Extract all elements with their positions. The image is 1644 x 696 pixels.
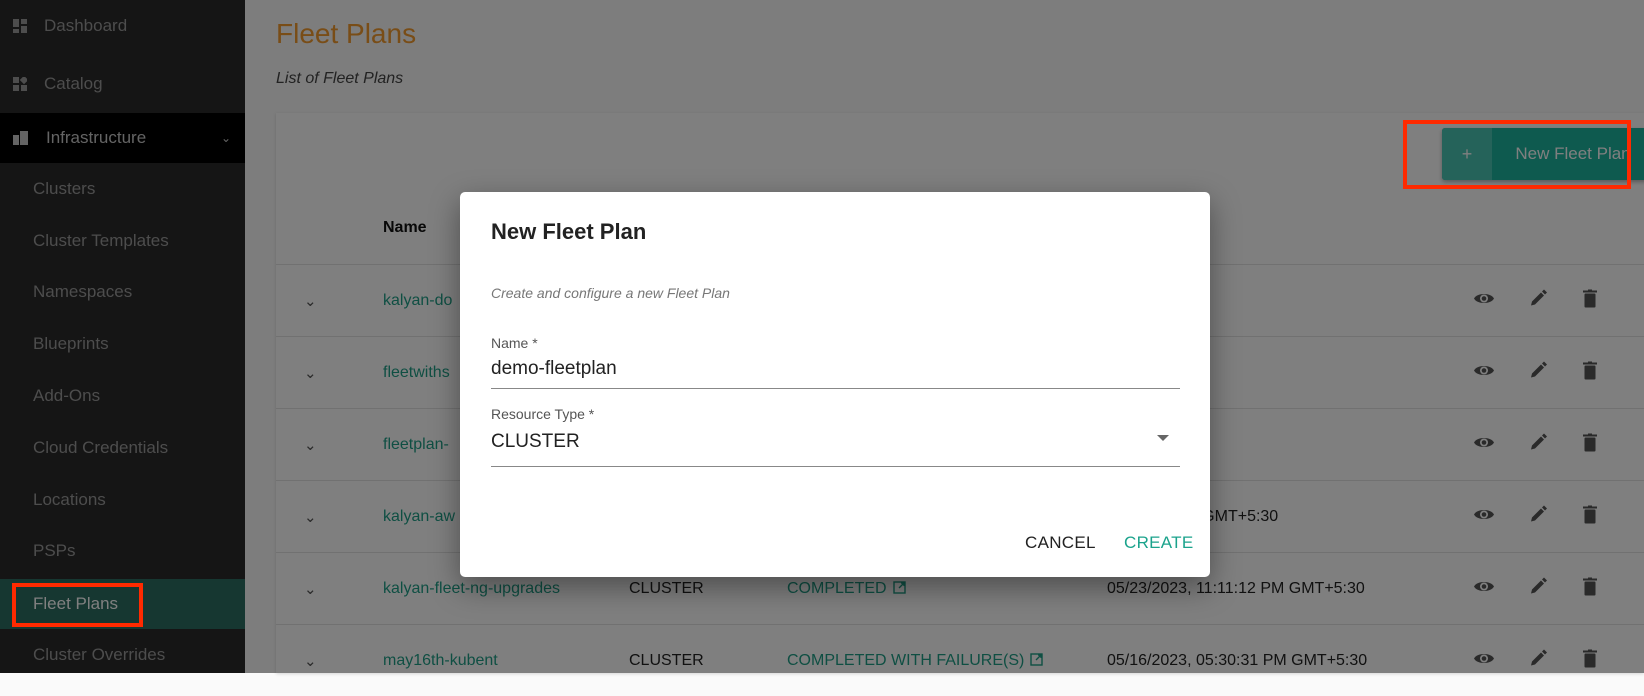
dropdown-arrow-icon[interactable] <box>1157 435 1169 441</box>
highlight-box-fleet-plans <box>12 583 143 627</box>
cancel-button[interactable]: CANCEL <box>1025 533 1096 553</box>
dialog-title: New Fleet Plan <box>491 219 647 244</box>
name-input-underline <box>491 388 1180 389</box>
resource-type-label: Resource Type * <box>491 406 595 422</box>
resource-type-underline <box>491 466 1180 467</box>
new-fleet-plan-dialog: New Fleet Plan Create and configure a ne… <box>460 192 1210 577</box>
highlight-box-new-button <box>1403 120 1631 189</box>
name-input[interactable]: demo-fleetplan <box>491 358 617 380</box>
create-button[interactable]: CREATE <box>1124 533 1194 553</box>
name-label: Name * <box>491 335 538 351</box>
resource-type-select[interactable]: CLUSTER <box>491 431 580 453</box>
dialog-subtitle: Create and configure a new Fleet Plan <box>491 285 730 301</box>
